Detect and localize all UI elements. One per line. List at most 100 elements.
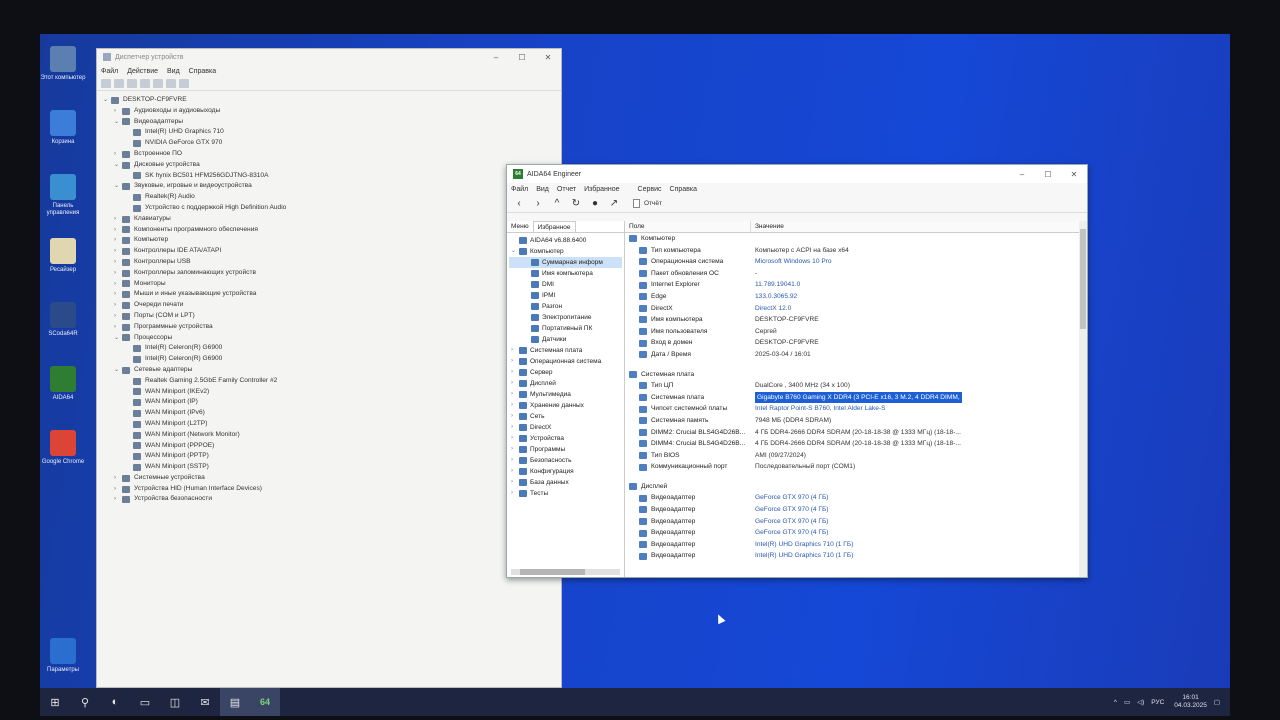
chevron-right-icon[interactable]: › <box>511 477 519 488</box>
detail-row[interactable]: Видеоадаптер Intel(R) UHD Graphics 710 (1… <box>629 550 1087 562</box>
chart-icon[interactable]: ↗ <box>608 198 620 210</box>
detail-value[interactable]: GeForce GTX 970 (4 ГБ) <box>755 504 829 516</box>
minimize-icon[interactable]: – <box>1009 170 1035 179</box>
menu-item[interactable]: Избранное <box>584 186 619 193</box>
clock[interactable]: 16:01 04.03.2025 <box>1174 694 1207 710</box>
detail-row[interactable]: Имя компьютера DESKTOP-CF9FVRE <box>629 314 1087 326</box>
tree-node[interactable]: ⌄ Дисковые устройства <box>103 160 555 171</box>
chevron-right-icon[interactable]: › <box>511 345 519 356</box>
detail-row[interactable]: Internet Explorer 11.789.19041.0 <box>629 279 1087 291</box>
chevron-right-icon[interactable]: › <box>511 444 519 455</box>
tree-node[interactable]: WAN Miniport (PPPOE) <box>103 441 555 452</box>
scan-icon[interactable] <box>140 79 150 88</box>
tree-node[interactable]: Intel(R) Celeron(R) G6900 <box>103 354 555 365</box>
tree-node[interactable]: › Системные устройства <box>103 473 555 484</box>
chevron-right-icon[interactable]: › <box>114 289 122 300</box>
detail-row[interactable]: Видеоадаптер GeForce GTX 970 (4 ГБ) <box>629 516 1087 528</box>
chevron-right-icon[interactable]: › <box>114 484 122 495</box>
tree-node[interactable]: › Контроллеры запоминающих устройств <box>103 268 555 279</box>
tree-node[interactable]: › Компьютер <box>103 235 555 246</box>
tree-node[interactable]: WAN Miniport (Network Monitor) <box>103 430 555 441</box>
desktop-icon[interactable]: Корзина <box>40 110 86 168</box>
detail-row[interactable]: Вход в домен DESKTOP-CF9FVRE <box>629 337 1087 349</box>
close-icon[interactable]: ✕ <box>535 53 561 62</box>
search-icon[interactable]: ⚲ <box>70 688 100 716</box>
chevron-right-icon[interactable]: › <box>114 246 122 257</box>
refresh-icon[interactable]: ↻ <box>570 198 582 210</box>
tree-node[interactable]: WAN Miniport (L2TP) <box>103 419 555 430</box>
report-button[interactable]: Отчёт <box>633 199 662 208</box>
minimize-icon[interactable]: – <box>483 53 509 62</box>
monitor-icon[interactable] <box>179 79 189 88</box>
chevron-right-icon[interactable]: › <box>114 106 122 117</box>
nav-tree-node[interactable]: › Безопасность <box>509 455 622 466</box>
tree-node[interactable]: SK hynix BC501 HFM256GDJTNG-8310A <box>103 171 555 182</box>
menu-item[interactable]: Вид <box>536 186 549 193</box>
detail-row[interactable]: DIMM2: Crucial BLS4G4D26B... 4 ГБ DDR4-26… <box>629 427 1087 439</box>
detail-row[interactable]: DirectX DirectX 12.0 <box>629 303 1087 315</box>
detail-value[interactable]: GeForce GTX 970 (4 ГБ) <box>755 527 829 539</box>
chevron-down-icon[interactable]: ⌄ <box>114 117 122 128</box>
detail-value[interactable]: 11.789.19041.0 <box>755 279 800 291</box>
up-icon[interactable]: ^ <box>551 198 563 210</box>
chevron-up-icon[interactable]: ^ <box>1114 699 1117 706</box>
chevron-right-icon[interactable]: › <box>511 488 519 499</box>
menu-item[interactable]: Справка <box>189 68 216 75</box>
tree-node[interactable]: › Аудиовходы и аудиовыходы <box>103 106 555 117</box>
file-explorer-icon[interactable]: ▭ <box>130 688 160 716</box>
nav-tree-node[interactable]: › Конфигурация <box>509 466 622 477</box>
chevron-right-icon[interactable]: › <box>114 149 122 160</box>
detail-value[interactable]: Microsoft Windows 10 Pro <box>755 256 832 268</box>
detail-row[interactable]: Имя пользователя Сергей <box>629 326 1087 338</box>
nav-tree-node[interactable]: › Сервер <box>509 367 622 378</box>
tree-node[interactable]: ⌄ Видеоадаптеры <box>103 117 555 128</box>
menu-item[interactable]: Вид <box>167 68 180 75</box>
nav-tree-node[interactable]: › Хранение данных <box>509 400 622 411</box>
tree-node[interactable]: Realtek(R) Audio <box>103 192 555 203</box>
tree-node[interactable]: WAN Miniport (IPv6) <box>103 408 555 419</box>
chevron-right-icon[interactable]: › <box>114 268 122 279</box>
desktop-icon[interactable]: Этот компьютер <box>40 46 86 104</box>
maximize-icon[interactable]: ☐ <box>509 53 535 62</box>
help-icon[interactable] <box>153 79 163 88</box>
tree-node[interactable]: WAN Miniport (PPTP) <box>103 451 555 462</box>
detail-value[interactable]: GeForce GTX 970 (4 ГБ) <box>755 516 829 528</box>
chevron-right-icon[interactable]: › <box>114 225 122 236</box>
network-icon[interactable]: ▭ <box>1124 698 1130 706</box>
forward-icon[interactable] <box>114 79 124 88</box>
windows-start-icon[interactable]: ⊞ <box>40 688 70 716</box>
detail-value[interactable]: DirectX 12.0 <box>755 303 791 315</box>
tree-node[interactable]: › Мыши и иные указывающие устройства <box>103 289 555 300</box>
chevron-down-icon[interactable]: ⌄ <box>511 246 519 257</box>
tree-node[interactable]: WAN Miniport (SSTP) <box>103 462 555 473</box>
maximize-icon[interactable]: ☐ <box>1035 170 1061 179</box>
nav-tree-node[interactable]: › Мультимедиа <box>509 389 622 400</box>
chevron-right-icon[interactable]: › <box>114 494 122 505</box>
device-manager-window[interactable]: Диспетчер устройств – ☐ ✕ Файл Действие Ви… <box>96 48 562 688</box>
column-field[interactable]: Поле <box>625 221 751 232</box>
chevron-right-icon[interactable]: › <box>511 455 519 466</box>
chevron-down-icon[interactable]: ⌄ <box>114 365 122 376</box>
chevron-right-icon[interactable]: › <box>114 473 122 484</box>
chevron-right-icon[interactable]: › <box>114 279 122 290</box>
detail-row[interactable]: Тип BIOS AMI (09/27/2024) <box>629 450 1087 462</box>
device-manager-icon[interactable]: ▤ <box>220 688 250 716</box>
detail-row[interactable]: Системная плата Gigabyte B760 Gaming X DD… <box>629 391 1087 404</box>
forward-icon[interactable]: › <box>532 198 544 210</box>
view-icon[interactable] <box>166 79 176 88</box>
nav-tree-node[interactable]: Суммарная информ <box>509 257 622 268</box>
tree-node[interactable]: WAN Miniport (IKEv2) <box>103 387 555 398</box>
tab-menu[interactable]: Меню <box>507 221 533 232</box>
chevron-right-icon[interactable]: › <box>114 311 122 322</box>
detail-row[interactable]: Дата / Время 2025-03-04 / 16:01 <box>629 349 1087 361</box>
edge-icon[interactable]: ◐ <box>100 688 130 716</box>
tree-node[interactable]: Intel(R) Celeron(R) G6900 <box>103 343 555 354</box>
detail-value[interactable]: 133.0.3065.92 <box>755 291 797 303</box>
nav-tree-node[interactable]: AIDA64 v6.88.6400 <box>509 235 622 246</box>
detail-row[interactable]: Видеоадаптер GeForce GTX 970 (4 ГБ) <box>629 492 1087 504</box>
chevron-down-icon[interactable]: ⌄ <box>103 95 111 106</box>
nav-tree-node[interactable]: DMI <box>509 279 622 290</box>
chevron-right-icon[interactable]: › <box>114 322 122 333</box>
tree-node[interactable]: ⌄ Процессоры <box>103 333 555 344</box>
nav-tree-node[interactable]: › Операционная система <box>509 356 622 367</box>
